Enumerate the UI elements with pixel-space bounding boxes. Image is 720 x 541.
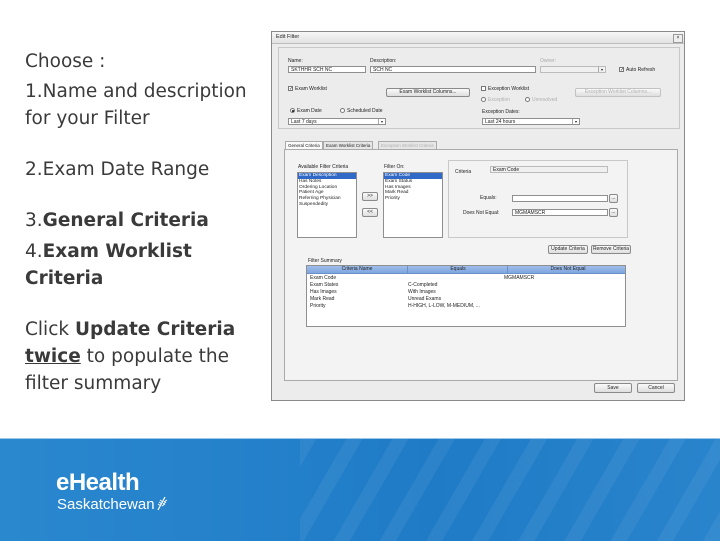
step-4: 4.Exam Worklist Criteria bbox=[25, 241, 192, 289]
dialog-title: Edit Filter bbox=[276, 34, 300, 40]
equals-label: Equals: bbox=[480, 195, 497, 201]
filter-summary-table[interactable]: Criteria Name Equals Does Not Equal Exam… bbox=[306, 265, 626, 327]
criteria-label: Criteria bbox=[455, 169, 472, 175]
unresolved-radio[interactable] bbox=[525, 97, 530, 102]
exam-date-range-dropdown[interactable]: Last 7 days ▾ bbox=[288, 118, 386, 125]
owner-label: Owner: bbox=[540, 58, 557, 64]
table-row[interactable]: Priority H-HIGH, L-LOW, M-MEDIUM, ... bbox=[307, 303, 625, 310]
table-row[interactable]: Has Images With Images bbox=[307, 289, 625, 296]
footer-decoration bbox=[300, 439, 720, 541]
list-item[interactable]: Suspendedity bbox=[298, 202, 356, 208]
step-3: 3.General Criteria bbox=[25, 210, 209, 231]
filter-on-list[interactable]: Exam Code Exam Status Has Images Mark Re… bbox=[383, 172, 443, 238]
summary-header-name[interactable]: Criteria Name bbox=[307, 266, 407, 274]
saskatchewan-logo-text: Saskatchewan bbox=[57, 496, 155, 513]
step-1: 1.Name and description for your Filter bbox=[25, 81, 247, 129]
edit-filter-dialog: Edit Filter × Name: SKTHHR SCH NC Descri… bbox=[271, 31, 685, 401]
dialog-titlebar: Edit Filter bbox=[272, 32, 684, 44]
wheat-icon bbox=[157, 496, 168, 511]
exam-date-label: Exam Date bbox=[297, 108, 322, 114]
table-row[interactable]: Exam Code MGMAMSCR bbox=[307, 275, 625, 282]
remove-criteria-arrow-button[interactable]: << bbox=[362, 208, 378, 217]
close-icon[interactable]: × bbox=[673, 34, 683, 43]
filter-summary-label: Filter Summary bbox=[308, 258, 342, 264]
exam-worklist-checkbox[interactable]: ✓ bbox=[288, 86, 293, 92]
name-field[interactable]: SKTHHR SCH NC bbox=[288, 66, 366, 73]
equals-browse-button[interactable]: ... bbox=[609, 194, 618, 203]
exam-date-radio[interactable] bbox=[290, 108, 295, 113]
chevron-down-icon: ▾ bbox=[572, 119, 579, 124]
save-button[interactable]: Save bbox=[594, 383, 632, 393]
filter-on-label: Filter On: bbox=[384, 164, 405, 170]
exam-worklist-label: Exam Worklist bbox=[295, 86, 327, 92]
auto-refresh-checkbox[interactable]: ✓ bbox=[619, 67, 624, 73]
not-equal-browse-button[interactable]: ... bbox=[609, 208, 618, 217]
exception-worklist-label: Exception Worklist bbox=[488, 86, 530, 92]
unresolved-radio-label: Unresolved bbox=[532, 97, 558, 103]
list-item[interactable]: Priority bbox=[384, 196, 442, 202]
table-row[interactable]: Exam States C-Completed bbox=[307, 282, 625, 289]
not-equal-field[interactable]: MGMAMSCR bbox=[512, 209, 608, 216]
summary-header-equals[interactable]: Equals bbox=[407, 266, 508, 274]
exception-date-range-dropdown[interactable]: Last 24 hours ▾ bbox=[482, 118, 580, 125]
add-criteria-button[interactable]: >> bbox=[362, 192, 378, 201]
chevron-down-icon: ▾ bbox=[598, 67, 605, 72]
scheduled-date-label: Scheduled Date bbox=[347, 108, 383, 114]
name-label: Name: bbox=[288, 58, 303, 64]
remove-criteria-button[interactable]: Remove Criteria bbox=[591, 245, 631, 254]
criteria-field: Exam Code bbox=[490, 166, 608, 173]
table-row[interactable]: Mark Read Unread Exams bbox=[307, 296, 625, 303]
owner-dropdown[interactable]: ▾ bbox=[540, 66, 606, 73]
cancel-button[interactable]: Cancel bbox=[637, 383, 675, 393]
exception-radio-label: Exception bbox=[488, 97, 510, 103]
update-criteria-button[interactable]: Update Criteria bbox=[548, 245, 588, 254]
description-label: Description: bbox=[370, 58, 397, 64]
scheduled-date-radio[interactable] bbox=[340, 108, 345, 113]
description-field[interactable]: SCH NC bbox=[370, 66, 536, 73]
step-2: 2.Exam Date Range bbox=[25, 159, 210, 180]
ehealth-logo-text: eHealth bbox=[56, 469, 140, 496]
update-instruction: Click Update Criteria twice to populate t… bbox=[25, 319, 236, 394]
exception-dates-label: Exception Dates: bbox=[482, 109, 520, 115]
equals-field[interactable] bbox=[512, 195, 608, 202]
available-criteria-list[interactable]: Exam Description Has Notes Ordering Loca… bbox=[297, 172, 357, 238]
exam-worklist-columns-button[interactable]: Exam Worklist Columns... bbox=[386, 88, 470, 97]
available-criteria-label: Available Filter Criteria bbox=[298, 164, 349, 170]
exception-worklist-checkbox[interactable] bbox=[481, 86, 486, 91]
slide-instructions: Choose : 1.Name and description for your… bbox=[25, 48, 270, 397]
choose-heading: Choose : bbox=[25, 51, 106, 72]
footer-banner: eHealth Saskatchewan bbox=[0, 438, 720, 541]
auto-refresh-label: Auto Refresh bbox=[626, 67, 656, 73]
chevron-down-icon: ▾ bbox=[378, 119, 385, 124]
summary-header-not-equal[interactable]: Does Not Equal bbox=[507, 266, 625, 274]
not-equal-label: Does Not Equal: bbox=[463, 210, 500, 216]
exception-worklist-columns-button[interactable]: Exception Worklist Columns... bbox=[575, 88, 661, 97]
exception-radio[interactable] bbox=[481, 97, 486, 102]
